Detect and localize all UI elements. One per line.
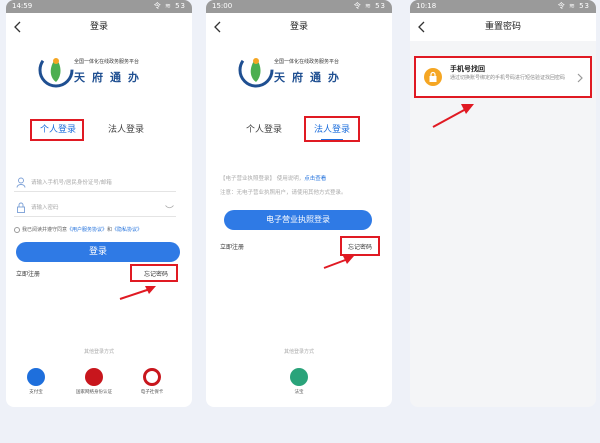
option-description: 通过切换账号绑定的手机号码进行短信验证找回密码 xyxy=(450,75,566,81)
page-title: 重置密码 xyxy=(484,22,521,32)
lock-badge xyxy=(424,68,442,86)
agreement-text: 我已阅读并遵守同意 xyxy=(22,227,68,233)
emblem-icon xyxy=(38,52,74,88)
status-time: 15:00 xyxy=(212,2,233,10)
user-icon xyxy=(16,177,26,188)
red-arrow-icon xyxy=(119,286,156,300)
user-agreement-link[interactable]: 《用户服务协议》 xyxy=(67,227,107,233)
screen-reset-password: 10:18 令 ≋ 53 重置密码 手机号找回 通过切换账号绑定的手机号码进行短… xyxy=(410,0,596,407)
notice-link[interactable]: 点击查看 xyxy=(304,176,326,182)
status-time: 14:59 xyxy=(12,2,33,10)
status-bar: 15:00 令 ≋ 53 xyxy=(206,0,392,13)
highlight-box xyxy=(30,119,84,141)
lock-icon xyxy=(17,202,25,213)
status-bar: 10:18 令 ≋ 53 xyxy=(410,0,596,13)
status-bar: 14:59 令 ≋ 53 xyxy=(6,0,192,13)
alt-login-label: 国家网络身份认证 xyxy=(76,390,112,395)
lock-icon xyxy=(429,71,437,82)
social-security-card-icon xyxy=(143,368,161,386)
logo-brand: 天府通办 xyxy=(74,71,146,84)
notice-text: 【电子营业执照登录】 使用说明， xyxy=(220,176,305,182)
status-time: 10:18 xyxy=(416,2,437,10)
business-license-login-button[interactable]: 电子营业执照登录 xyxy=(224,210,372,230)
nav-bar: 登录 xyxy=(206,13,392,41)
status-icons: 令 ≋ 53 xyxy=(353,2,386,10)
national-id-icon xyxy=(85,368,103,386)
nav-bar: 重置密码 xyxy=(410,13,596,41)
phone-placeholder: 请输入手机号/居民身份证号/邮箱 xyxy=(31,180,112,186)
other-login-title: 其他登录方式 xyxy=(83,349,114,355)
alipay-icon xyxy=(27,368,45,386)
agreement-row: 我已阅读并遵守同意《用户服务协议》和《隐私协议》 xyxy=(14,226,142,233)
tab-label: 个人登录 xyxy=(246,125,283,135)
app-logo: 全国一体化在线政务服务平台 天府通办 xyxy=(38,52,162,90)
emblem-icon xyxy=(238,52,274,88)
logo-brand: 天府通办 xyxy=(274,71,346,84)
phone-recovery-option[interactable]: 手机号找回 通过切换账号绑定的手机号码进行短信验证找回密码 xyxy=(414,56,592,98)
password-input[interactable]: 请输入密码 xyxy=(14,199,176,217)
password-placeholder: 请输入密码 xyxy=(31,205,59,211)
page-title: 登录 xyxy=(289,22,308,32)
option-title: 手机号找回 xyxy=(450,65,485,73)
logo-subtitle: 全国一体化在线政务服务平台 xyxy=(74,59,140,65)
notice-text-2: 注意：无电子营业执照用户，请使用其他方式登录。 xyxy=(220,190,347,196)
app-logo: 全国一体化在线政务服务平台 天府通办 xyxy=(238,52,362,90)
national-id-login[interactable]: 国家网络身份认证 xyxy=(74,368,114,395)
tab-label: 法人登录 xyxy=(108,125,145,135)
fabao-icon xyxy=(290,368,308,386)
alt-login-label: 电子社保卡 xyxy=(140,390,164,395)
fabao-login[interactable]: 法宝 xyxy=(279,368,319,395)
social-security-card-login[interactable]: 电子社保卡 xyxy=(132,368,172,395)
tab-personal-login[interactable]: 个人登录 xyxy=(246,123,282,137)
agreement-checkbox[interactable] xyxy=(14,226,20,233)
red-arrow-icon xyxy=(432,104,474,128)
login-button[interactable]: 登录 xyxy=(16,242,180,262)
page-title: 登录 xyxy=(89,22,108,32)
privacy-agreement-link[interactable]: 《隐私协议》 xyxy=(112,227,142,233)
highlight-box xyxy=(130,264,178,282)
status-icons: 令 ≋ 53 xyxy=(153,2,186,10)
phone-input[interactable]: 请输入手机号/居民身份证号/邮箱 xyxy=(14,174,176,192)
license-notice: 【电子营业执照登录】 使用说明，点击查看 注意：无电子营业执照用户，请使用其他方… xyxy=(220,172,380,200)
register-link[interactable]: 立即注册 xyxy=(16,269,40,278)
alt-login-label: 支付宝 xyxy=(29,390,43,395)
chevron-right-icon xyxy=(577,73,583,83)
alt-login-label: 法宝 xyxy=(294,390,304,395)
highlight-box xyxy=(304,116,360,142)
screen-corporate-login: 15:00 令 ≋ 53 登录 全国一体化在线政务服务平台 天府通办 个人登录 … xyxy=(206,0,392,407)
status-icons: 令 ≋ 53 xyxy=(557,2,590,10)
alipay-login[interactable]: 支付宝 xyxy=(16,368,56,395)
nav-bar: 登录 xyxy=(6,13,192,41)
other-login-title: 其他登录方式 xyxy=(283,349,314,355)
highlight-box xyxy=(340,236,380,256)
tab-corporate-login[interactable]: 法人登录 xyxy=(108,123,144,137)
eye-closed-icon[interactable] xyxy=(165,205,174,210)
logo-subtitle: 全国一体化在线政务服务平台 xyxy=(274,59,340,65)
screen-personal-login: 14:59 令 ≋ 53 登录 全国一体化在线政务服务平台 天府通办 个人登录 … xyxy=(6,0,192,407)
red-arrow-icon xyxy=(323,256,354,269)
register-link[interactable]: 立即注册 xyxy=(220,242,244,251)
